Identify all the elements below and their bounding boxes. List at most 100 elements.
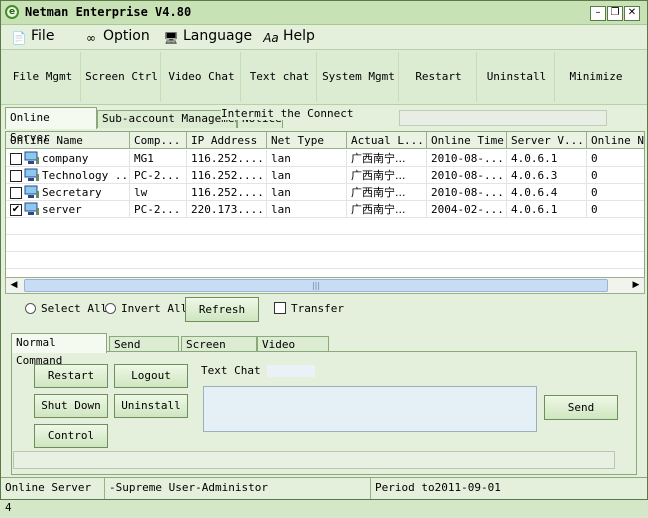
column-online-time[interactable]: Online Time — [427, 132, 507, 149]
invert-all-label[interactable]: Invert All — [121, 302, 187, 315]
table-row[interactable]: Secretary lw 116.252.... lan 广西南宁... 201… — [6, 184, 644, 201]
window-title: Netman Enterprise V4.80 — [25, 5, 192, 19]
cell-net-type: lan — [267, 184, 347, 201]
cell-online-number: 0 — [587, 184, 644, 201]
screen-ctrl-button[interactable]: Screen Ctrl — [83, 52, 161, 102]
invert-all-radio[interactable] — [105, 303, 116, 314]
restart-toolbar-button[interactable]: Restart — [401, 52, 477, 102]
cell-server-version: 4.0.6.1 — [507, 201, 587, 218]
text-chat-label: Text Chat — [201, 364, 316, 377]
row-checkbox[interactable] — [10, 153, 22, 165]
uninstall-toolbar-button[interactable]: Uninstall — [479, 52, 555, 102]
tab-sub-account-management[interactable]: Sub-account Management — [97, 110, 237, 128]
cell-actual-location: 广西南宁... — [347, 150, 427, 167]
tab-normal-command[interactable]: Normal Command — [11, 333, 107, 367]
video-chat-button[interactable]: Video Chat — [163, 52, 241, 102]
logout-button[interactable]: Logout — [114, 364, 188, 388]
online-server-count: Online Server 4 — [1, 478, 105, 514]
text-chat-input[interactable] — [203, 386, 537, 432]
menu-language[interactable]: 🖥 Language — [163, 27, 252, 45]
cell-net-type: lan — [267, 201, 347, 218]
transfer-label[interactable]: Transfer — [291, 302, 344, 315]
menu-option[interactable]: ∞ Option — [83, 27, 150, 45]
cell-computer: PC-2... — [130, 201, 187, 218]
transfer-checkbox[interactable] — [274, 302, 286, 314]
system-mgmt-button[interactable]: System Mgmt — [319, 52, 399, 102]
bottom-tab-strip: Normal Command Send Files Screen Wall Vi… — [11, 333, 647, 367]
minimize-icon[interactable]: – — [590, 6, 606, 21]
table-row[interactable]: ✔ server PC-2... 220.173.... lan 广西南宁...… — [6, 201, 644, 218]
cell-online-time: 2004-02-... — [427, 201, 507, 218]
user-role: -Supreme User-Administor — [105, 478, 371, 499]
toolbar: File Mgmt Screen Ctrl Video Chat Text ch… — [1, 49, 647, 105]
cell-server-version: 4.0.6.1 — [507, 150, 587, 167]
horizontal-scrollbar[interactable]: ◀ ||| ▶ — [5, 277, 645, 294]
grid-header: Online Name Comp... IP Address Net Type … — [6, 132, 644, 149]
cell-actual-location: 广西南宁... — [347, 201, 427, 218]
column-net-type[interactable]: Net Type — [267, 132, 347, 149]
table-row[interactable]: company MG1 116.252.... lan 广西南宁... 2010… — [6, 150, 644, 167]
text-chat-highlight — [267, 365, 316, 377]
row-checkbox[interactable] — [10, 187, 22, 199]
row-checkbox-checked[interactable]: ✔ — [10, 204, 22, 216]
text-chat-label-text: Text Chat — [201, 364, 261, 377]
send-button[interactable]: Send — [544, 395, 618, 420]
cell-actual-location: 广西南宁... — [347, 184, 427, 201]
glasses-icon: ∞ — [86, 31, 96, 45]
scrollbar-thumb[interactable]: ||| — [24, 279, 608, 292]
text-chat-button[interactable]: Text chat — [243, 52, 317, 102]
cell-online-time: 2010-08-... — [427, 167, 507, 184]
cell-online-time: 2010-08-... — [427, 150, 507, 167]
online-server-grid: Online Name Comp... IP Address Net Type … — [5, 131, 645, 293]
cell-actual-location: 广西南宁... — [347, 167, 427, 184]
cell-online-number: 0 — [587, 201, 644, 218]
select-all-label[interactable]: Select All — [41, 302, 107, 315]
intermit-connect-label: Intermit the Connect — [221, 107, 354, 120]
license-period: Period to2011-09-01 — [375, 481, 501, 494]
cell-online-name: company — [38, 150, 130, 167]
minimize-toolbar-button[interactable]: Minimize — [557, 52, 635, 102]
menu-language-label: Language — [183, 28, 253, 44]
cell-online-number: 0 — [587, 167, 644, 184]
selection-options: Select All Invert All Refresh Transfer — [1, 296, 647, 326]
control-mgmt-button[interactable]: Control Mgmt — [34, 424, 108, 464]
language-icon: 🖥 — [163, 31, 179, 45]
main-window: e Netman Enterprise V4.80 – ❐ ✕ 📄 File ∞ O… — [0, 0, 648, 514]
cell-net-type: lan — [267, 167, 347, 184]
scroll-right-icon[interactable]: ▶ — [628, 278, 644, 293]
shutdown-button[interactable]: Shut Down — [34, 394, 108, 418]
column-server-version[interactable]: Server V... — [507, 132, 587, 149]
empty-row — [6, 252, 644, 269]
cell-ip-address: 116.252.... — [187, 167, 267, 184]
uninstall-button[interactable]: Uninstall — [114, 394, 188, 418]
cell-online-name: server — [38, 201, 130, 218]
cell-net-type: lan — [267, 150, 347, 167]
empty-row — [6, 235, 644, 252]
menu-file-label: File — [31, 28, 55, 44]
column-ip-address[interactable]: IP Address — [187, 132, 267, 149]
connection-progress-bar — [399, 110, 607, 126]
cell-computer: lw — [130, 184, 187, 201]
menu-file[interactable]: 📄 File — [11, 27, 55, 45]
tab-online-server[interactable]: Online Server — [5, 107, 97, 144]
scroll-left-icon[interactable]: ◀ — [6, 278, 22, 293]
cell-server-version: 4.0.6.3 — [507, 167, 587, 184]
cell-ip-address: 116.252.... — [187, 184, 267, 201]
status-bar: Online Server 4 -Supreme User-Administor… — [1, 477, 647, 514]
close-icon[interactable]: ✕ — [624, 6, 640, 21]
app-logo-icon: e — [5, 5, 19, 19]
row-checkbox[interactable] — [10, 170, 22, 182]
column-actual-location[interactable]: Actual L... — [347, 132, 427, 149]
select-all-radio[interactable] — [25, 303, 36, 314]
cell-online-name: Technology ... — [38, 167, 130, 184]
cell-online-time: 2010-08-... — [427, 184, 507, 201]
refresh-button[interactable]: Refresh — [185, 297, 259, 322]
table-row[interactable]: Technology ... PC-2... 116.252.... lan 广… — [6, 167, 644, 184]
menu-help[interactable]: Aa Help — [263, 27, 315, 45]
restore-icon[interactable]: ❐ — [607, 6, 623, 21]
column-online-number[interactable]: Online N... — [587, 132, 644, 149]
column-computer[interactable]: Comp... — [130, 132, 187, 149]
file-mgmt-button[interactable]: File Mgmt — [5, 52, 81, 102]
command-status-bar — [13, 451, 615, 469]
cell-online-number: 0 — [587, 150, 644, 167]
